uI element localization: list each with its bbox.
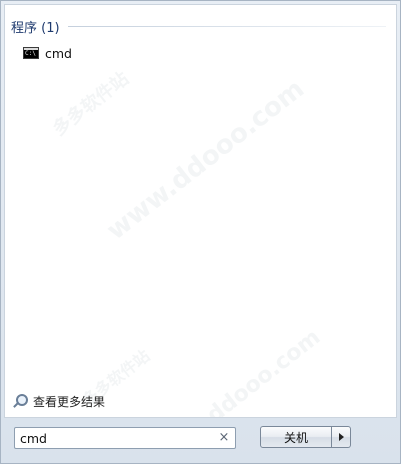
shutdown-options-button[interactable] (332, 426, 351, 448)
clear-search-icon[interactable]: × (217, 431, 231, 445)
watermark-text-lower: www.ddooo.com (148, 324, 326, 418)
search-results-panel: www.ddooo.com 多多软件站 www.ddooo.com 多多软件站 … (4, 4, 397, 418)
search-box[interactable]: × (14, 427, 236, 449)
search-input[interactable] (15, 429, 217, 447)
shutdown-button-group: 关机 (260, 426, 351, 448)
start-menu: www.ddooo.com 多多软件站 www.ddooo.com 多多软件站 … (0, 0, 401, 464)
command-prompt-icon (23, 47, 39, 59)
see-more-results-label: 查看更多结果 (33, 394, 106, 409)
watermark-text: www.ddooo.com (101, 73, 310, 247)
result-item-cmd[interactable]: cmd (19, 43, 76, 63)
watermark-brand: 多多软件站 (48, 68, 133, 141)
shutdown-button[interactable]: 关机 (260, 426, 332, 448)
see-more-results-link[interactable]: 查看更多结果 (13, 391, 105, 411)
programs-group-title: 程序 (1) (11, 20, 60, 36)
group-divider (67, 25, 386, 27)
programs-group-header: 程序 (1) (11, 17, 386, 36)
chevron-right-icon (338, 433, 344, 441)
search-icon (13, 393, 28, 409)
result-item-label: cmd (45, 45, 72, 61)
